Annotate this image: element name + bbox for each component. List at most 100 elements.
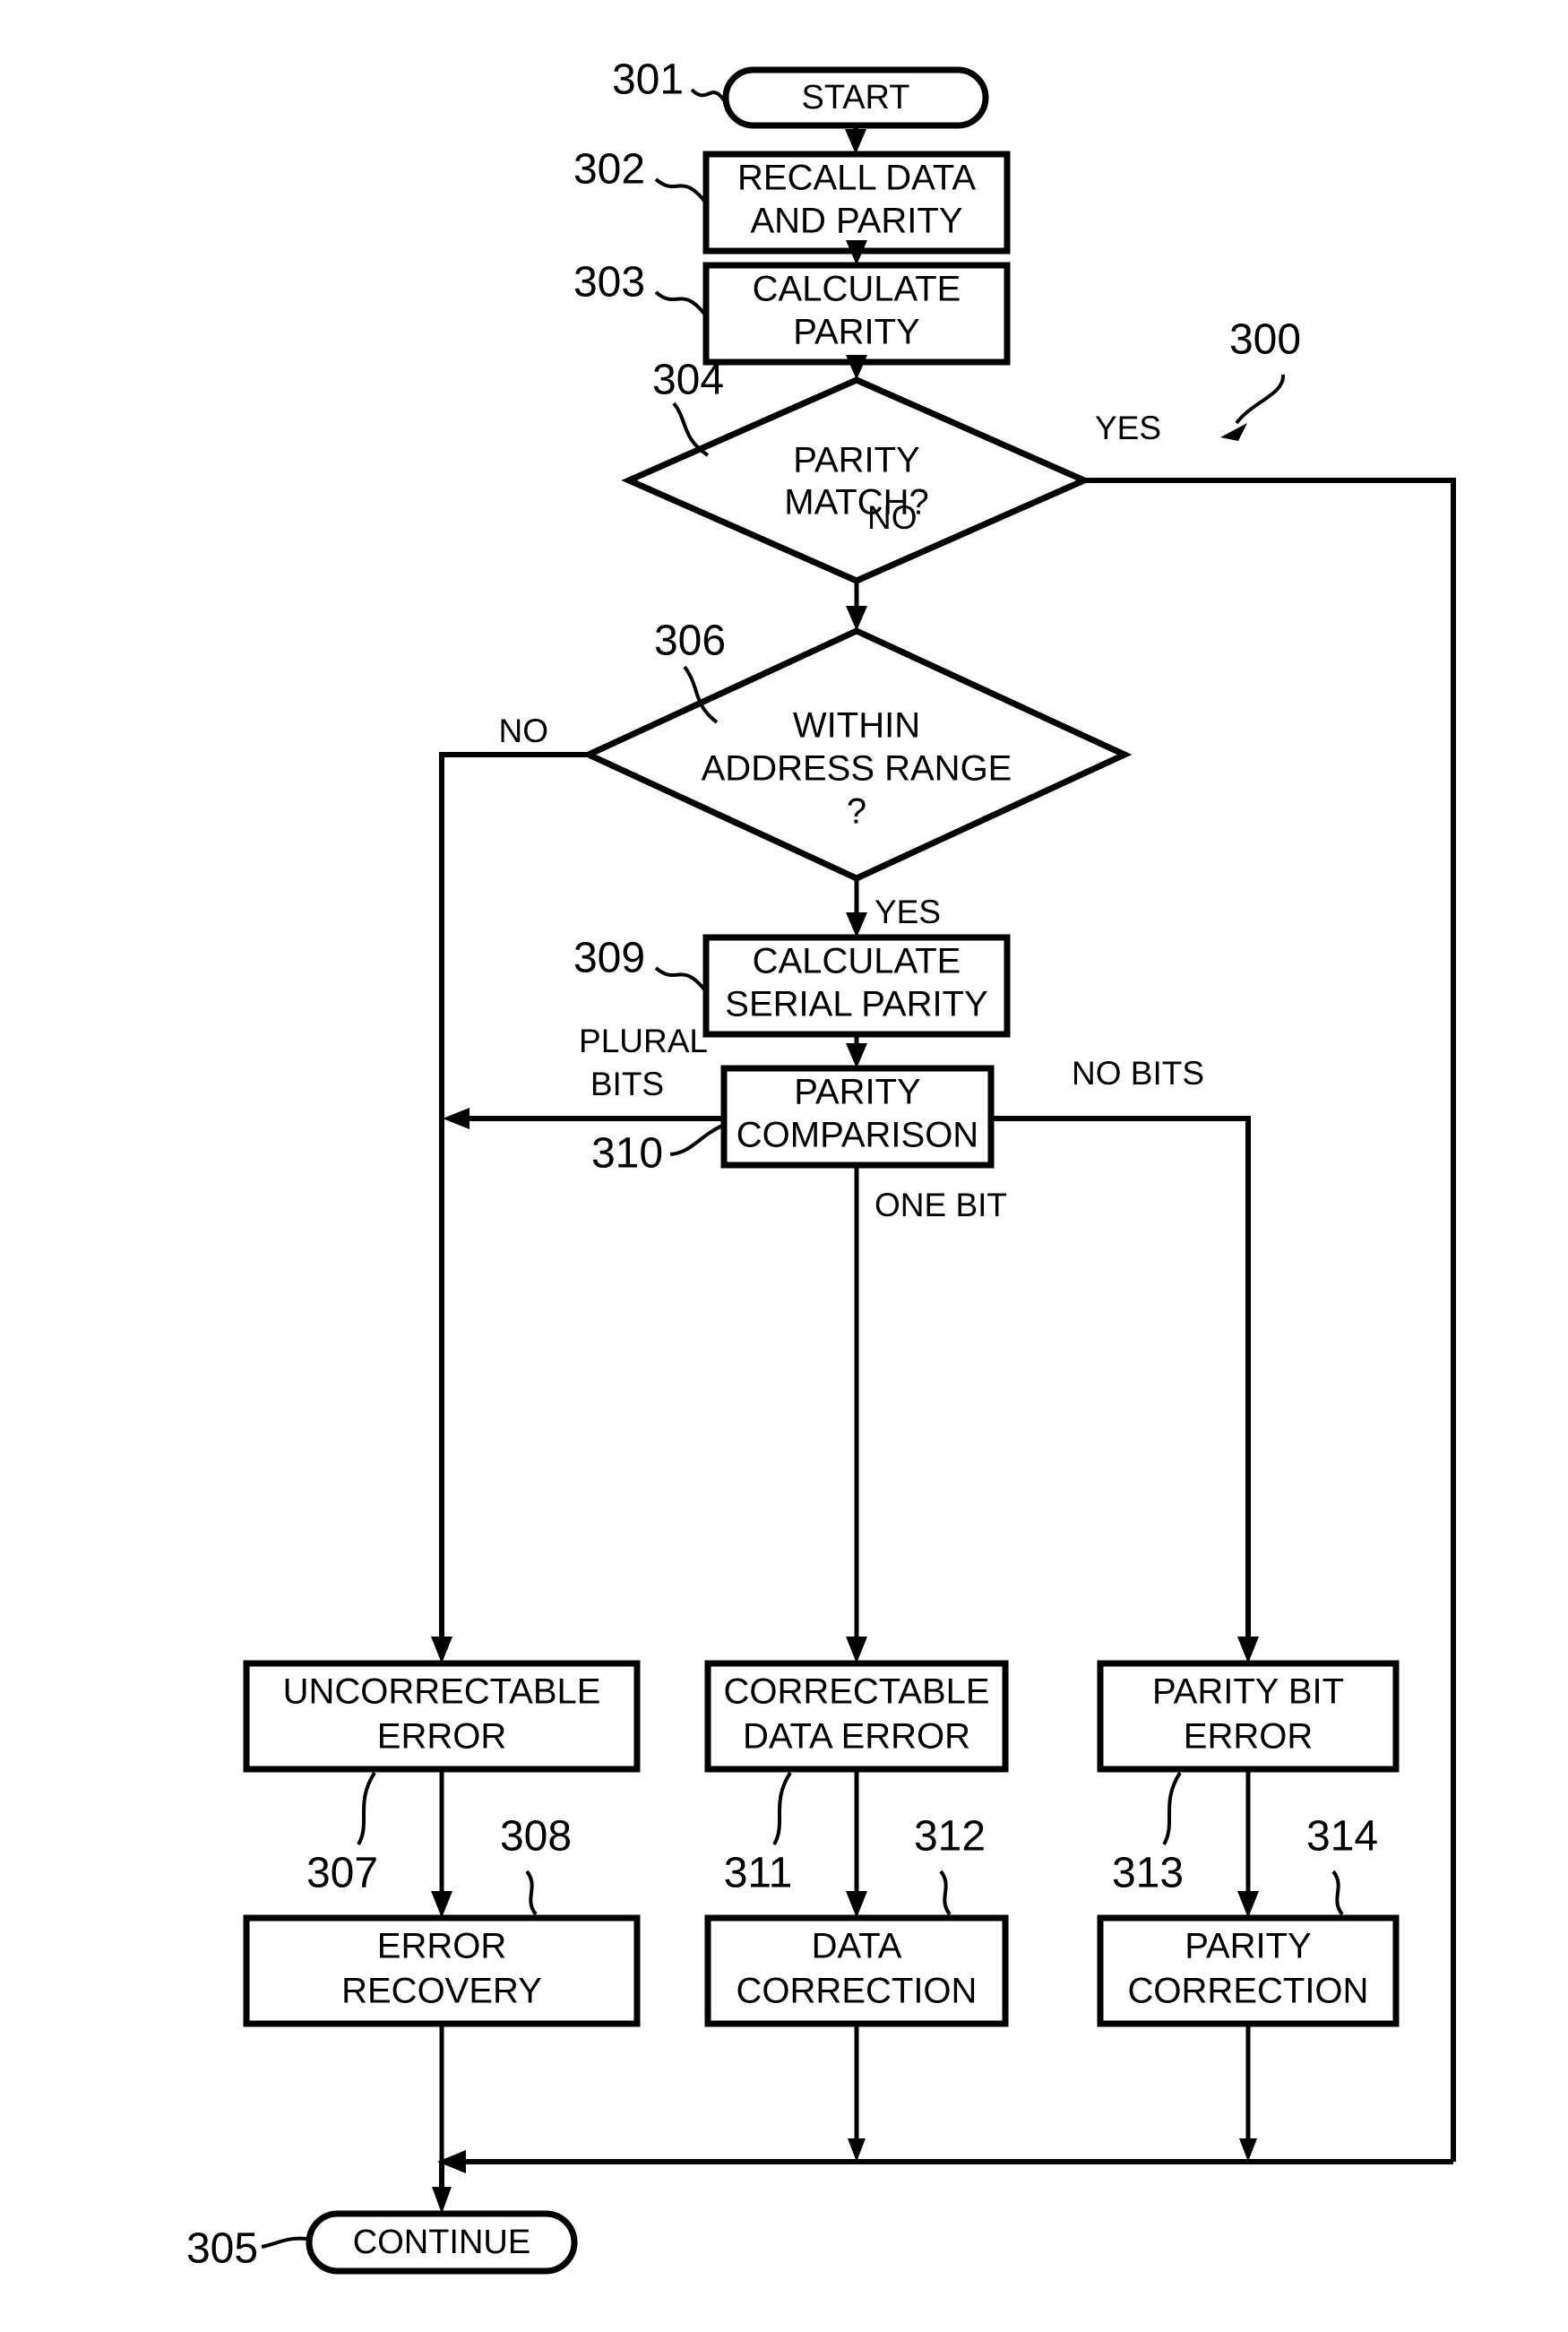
ref-callout-312: 312 (914, 1813, 986, 1916)
paritycorrection-label-line1: PARITY (1185, 1927, 1312, 1966)
edge-line (991, 1116, 1251, 1645)
node-parity-comparison: PARITY COMPARISON (720, 1065, 995, 1169)
arrowhead (846, 606, 867, 631)
uncorrectable-label-line1: UNCORRECTABLE (283, 1672, 601, 1712)
ref-number-303: 303 (573, 259, 645, 307)
arrowhead (846, 1637, 867, 1663)
leader-line-301 (690, 88, 726, 102)
node-parity-correction: PARITY CORRECTION (1097, 1914, 1400, 2027)
datacorrection-label-line1: DATA (812, 1927, 902, 1966)
figure-id-number: 300 (1229, 316, 1301, 364)
node-parity-bit-error: PARITY BIT ERROR (1097, 1660, 1400, 1773)
correctable-label-line2: DATA ERROR (743, 1717, 970, 1757)
edge-comparison-no-bits (991, 1116, 1259, 1663)
edge-uncorrectable-to-errorrecovery (431, 1770, 452, 1918)
ref-callout-307: 307 (306, 1771, 378, 1897)
start-label: START (801, 79, 909, 117)
ref-callout-309: 309 (573, 935, 706, 991)
edge-correctable-to-datacorrection (846, 1770, 867, 1918)
leader-line-303 (654, 290, 706, 315)
paritycomparison-label-line1: PARITY (794, 1073, 921, 1112)
paritymatch-diamond-shape (621, 376, 1092, 584)
ref-number-306: 306 (654, 618, 726, 665)
ref-number-302: 302 (573, 146, 645, 194)
recall-label-line1: RECALL DATA (737, 159, 976, 198)
arrowhead (431, 1637, 452, 1663)
leader-line-305 (261, 2236, 308, 2249)
paritycorrection-label-line2: CORRECTION (1128, 1972, 1369, 2011)
datacorrection-label-line2: CORRECTION (737, 1972, 978, 2011)
arrowhead (431, 1891, 452, 1918)
leader-line-308 (525, 1870, 538, 1916)
node-recall-data-and-parity: RECALL DATA AND PARITY (702, 151, 1011, 255)
figure-id-arrowhead (1220, 423, 1247, 441)
withinrange-label-line3: ? (847, 792, 866, 832)
leader-line-311 (772, 1771, 792, 1846)
node-calculate-parity: CALCULATE PARITY (702, 262, 1011, 366)
arrowhead (845, 129, 866, 154)
node-correctable-data-error: CORRECTABLE DATA ERROR (704, 1660, 1009, 1773)
ref-number-305: 305 (186, 2225, 258, 2273)
edge-label-no-bits: NO BITS (1072, 1055, 1204, 1092)
calcserial-label-line2: SERIAL PARITY (725, 985, 987, 1024)
recall-label-line2: AND PARITY (750, 202, 962, 241)
ref-number-313: 313 (1112, 1850, 1184, 1897)
edge-paritybiterror-to-paritycorrection (1237, 1770, 1259, 1918)
flowchart-canvas: START 301 RECALL DATA AND PARITY 302 CAL… (186, 56, 1456, 2275)
arrowhead (846, 355, 867, 380)
ref-number-304: 304 (652, 357, 724, 404)
edge-paritycorrection-drop (1239, 2025, 1257, 2162)
continue-arrowhead (432, 2187, 452, 2214)
node-calculate-serial-parity: CALCULATE SERIAL PARITY (702, 934, 1011, 1038)
edge-label-parity-match-yes: YES (1095, 410, 1161, 446)
leader-line-307 (357, 1771, 376, 1846)
ref-number-312: 312 (914, 1813, 986, 1861)
arrowhead (1237, 1637, 1259, 1663)
node-continue: CONTINUE (306, 2210, 578, 2275)
edge-label-within-range-no: NO (499, 713, 549, 749)
node-parity-match-decision: PARITY MATCH? (621, 376, 1092, 584)
arrowhead (848, 2138, 866, 2162)
ref-number-311: 311 (724, 1850, 793, 1897)
edge-label-parity-match-no: NO (867, 499, 918, 536)
ref-callout-305: 305 (186, 2225, 308, 2273)
calcparity-label-line1: CALCULATE (753, 270, 961, 309)
errorrecovery-label-line1: ERROR (377, 1927, 506, 1966)
leader-line-314 (1331, 1870, 1344, 1916)
calcserial-label-line1: CALCULATE (753, 942, 961, 981)
ref-callout-308: 308 (500, 1813, 572, 1916)
uncorrectable-label-line2: ERROR (377, 1717, 506, 1757)
ref-callout-313: 313 (1112, 1771, 1184, 1897)
ref-number-309: 309 (573, 935, 645, 982)
edge-parity-match-yes-path (1084, 478, 1456, 2162)
edge-line (439, 752, 589, 1649)
patent-figure-flowchart: START 301 RECALL DATA AND PARITY 302 CAL… (0, 0, 1568, 2332)
paritycomparison-label-line2: COMPARISON (737, 1116, 978, 1155)
edge-comparison-one-bit (846, 1166, 867, 1663)
node-within-address-range-decision: WITHIN ADDRESS RANGE ? (581, 627, 1133, 882)
arrowhead (846, 1891, 867, 1918)
arrowhead (846, 912, 867, 937)
arrowhead (443, 1108, 470, 1129)
ref-callout-303: 303 (573, 259, 706, 315)
edge-label-plural-2: BITS (590, 1066, 664, 1102)
leader-line-313 (1162, 1771, 1182, 1846)
ref-callout-301: 301 (612, 56, 726, 104)
edge-calcserial-to-paritycomparison (846, 1035, 867, 1068)
node-start: START (722, 66, 989, 129)
edge-comparison-plural-bits (443, 1108, 724, 1129)
withinrange-label-line2: ADDRESS RANGE (702, 749, 1012, 789)
edge-start-to-recall (845, 126, 866, 154)
arrowhead (1237, 1891, 1259, 1918)
edge-label-within-range-yes: YES (874, 894, 941, 930)
edge-bottom-collector-to-continue (432, 2150, 1453, 2214)
withinrange-label-line1: WITHIN (793, 706, 920, 746)
arrowhead (1239, 2138, 1257, 2162)
leader-line-312 (939, 1870, 952, 1916)
ref-number-310: 310 (591, 1130, 663, 1178)
paritybiterror-label-line1: PARITY BIT (1152, 1672, 1344, 1712)
ref-number-307: 307 (306, 1850, 378, 1897)
ref-callout-314: 314 (1306, 1813, 1378, 1916)
edge-label-one-bit: ONE BIT (874, 1187, 1007, 1223)
node-error-recovery: ERROR RECOVERY (243, 1914, 641, 2027)
